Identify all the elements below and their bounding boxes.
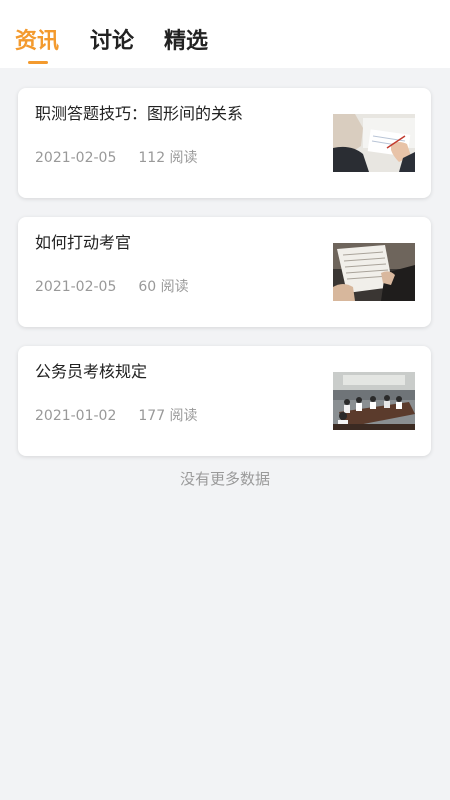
article-card[interactable]: 职测答题技巧：图形间的关系 2021-02-05 112 阅读 [18,88,431,198]
article-thumbnail [333,114,415,172]
article-read-count: 112 阅读 [138,150,198,166]
tab-news[interactable]: 资讯 [15,27,59,57]
top-tab-bar: 资讯 讨论 精选 [0,0,450,68]
article-meta: 2021-02-05 60 阅读 [35,277,189,297]
article-date: 2021-01-02 [35,408,117,424]
article-title: 职测答题技巧：图形间的关系 [35,104,244,123]
article-thumbnail [333,243,415,301]
article-title: 如何打动考官 [35,233,132,252]
article-date: 2021-02-05 [35,279,117,295]
tab-discussion[interactable]: 讨论 [90,27,134,57]
article-thumbnail [333,372,415,430]
article-card[interactable]: 如何打动考官 2021-02-05 60 阅读 [18,217,431,327]
article-card[interactable]: 公务员考核规定 2021-01-02 177 阅读 [18,346,431,456]
article-read-count: 177 阅读 [138,408,198,424]
article-title: 公务员考核规定 [35,362,148,381]
no-more-data-text: 没有更多数据 [179,470,270,488]
article-read-count: 60 阅读 [138,279,189,295]
article-meta: 2021-01-02 177 阅读 [35,406,198,426]
active-tab-indicator [28,61,48,64]
article-date: 2021-02-05 [35,150,117,166]
tab-featured[interactable]: 精选 [164,27,208,57]
article-meta: 2021-02-05 112 阅读 [35,148,198,168]
